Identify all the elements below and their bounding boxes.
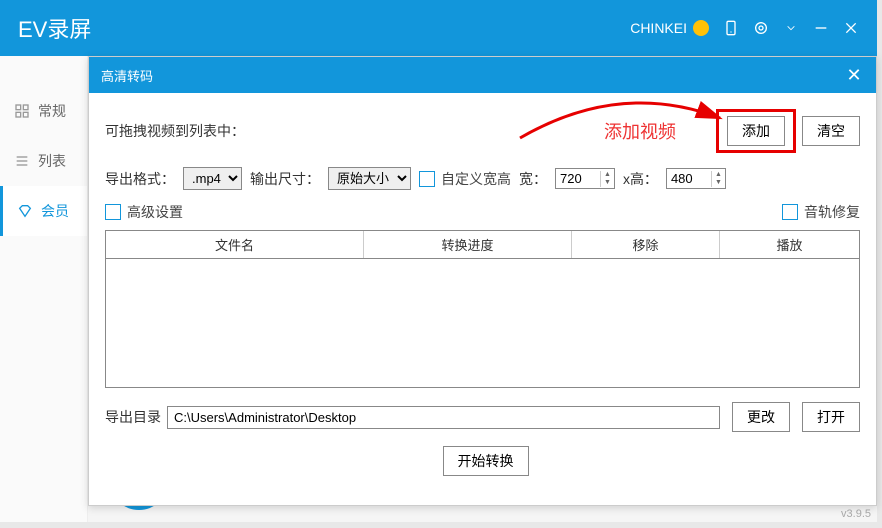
custom-wh-label: 自定义宽高 xyxy=(441,169,511,189)
drag-row: 可拖拽视频到列表中： 添加视频 添加 清空 xyxy=(105,109,860,153)
user-info[interactable]: CHINKEI xyxy=(630,20,709,36)
change-button[interactable]: 更改 xyxy=(732,402,790,432)
spin-up-icon[interactable]: ▲ xyxy=(712,171,725,179)
audiofix-checkbox[interactable]: 音轨修复 xyxy=(782,202,860,222)
dialog-header: 高清转码 ✕ xyxy=(89,57,876,93)
spin-buttons[interactable]: ▲▼ xyxy=(600,171,614,187)
spin-down-icon[interactable]: ▼ xyxy=(601,179,614,187)
height-input[interactable] xyxy=(667,169,711,188)
start-convert-button[interactable]: 开始转换 xyxy=(443,446,529,476)
start-row: 开始转换 xyxy=(105,446,860,476)
titlebar-right: CHINKEI xyxy=(630,20,859,36)
clear-button[interactable]: 清空 xyxy=(802,116,860,146)
output-row: 导出目录 更改 打开 xyxy=(105,402,860,432)
output-path-input[interactable] xyxy=(167,406,720,429)
phone-icon[interactable] xyxy=(723,20,739,36)
sidebar: 常规 列表 会员 xyxy=(0,56,88,522)
list-icon xyxy=(14,153,30,169)
spin-up-icon[interactable]: ▲ xyxy=(601,171,614,179)
dropdown-icon[interactable] xyxy=(783,20,799,36)
format-label: 导出格式： xyxy=(105,169,175,189)
col-remove: 移除 xyxy=(572,231,720,258)
height-spinner[interactable]: ▲▼ xyxy=(666,168,726,189)
spin-down-icon[interactable]: ▼ xyxy=(712,179,725,187)
custom-wh-checkbox[interactable]: 自定义宽高 xyxy=(419,169,511,189)
sidebar-label: 常规 xyxy=(38,101,66,121)
size-select[interactable]: 原始大小 xyxy=(328,167,411,190)
size-label: 输出尺寸： xyxy=(250,169,320,189)
sidebar-item-list[interactable]: 列表 xyxy=(0,136,87,186)
col-progress: 转换进度 xyxy=(364,231,572,258)
sidebar-item-vip[interactable]: 会员 xyxy=(0,186,87,236)
width-spinner[interactable]: ▲▼ xyxy=(555,168,615,189)
checkbox-icon xyxy=(419,171,435,187)
format-row: 导出格式： .mp4 输出尺寸： 原始大小 自定义宽高 宽： ▲▼ x高： ▲▼ xyxy=(105,167,860,190)
checkbox-icon xyxy=(782,204,798,220)
file-table: 文件名 转换进度 移除 播放 xyxy=(105,230,860,388)
title-bar: EV录屏 CHINKEI xyxy=(0,0,877,56)
version-label: v3.9.5 xyxy=(841,508,871,520)
output-label: 导出目录 xyxy=(105,407,161,427)
width-input[interactable] xyxy=(556,169,600,188)
advanced-label: 高级设置 xyxy=(127,202,183,222)
height-label: x高： xyxy=(623,169,658,189)
checkbox-icon xyxy=(105,204,121,220)
dialog-close-icon[interactable]: ✕ xyxy=(844,65,864,85)
advanced-checkbox[interactable]: 高级设置 xyxy=(105,202,183,222)
minimize-icon[interactable] xyxy=(813,20,829,36)
user-name: CHINKEI xyxy=(630,20,687,36)
sidebar-label: 列表 xyxy=(38,151,66,171)
diamond-icon xyxy=(17,203,33,219)
grid-icon xyxy=(14,103,30,119)
options-row: 高级设置 音轨修复 xyxy=(105,202,860,222)
col-play: 播放 xyxy=(720,231,859,258)
drag-label: 可拖拽视频到列表中： xyxy=(105,121,604,141)
width-label: 宽： xyxy=(519,169,547,189)
spin-buttons[interactable]: ▲▼ xyxy=(711,171,725,187)
table-header: 文件名 转换进度 移除 播放 xyxy=(106,231,859,259)
annotation-text: 添加视频 xyxy=(604,118,676,144)
format-select[interactable]: .mp4 xyxy=(183,167,242,190)
dialog-body: 可拖拽视频到列表中： 添加视频 添加 清空 导出格式： .mp4 输出尺寸： 原… xyxy=(89,93,876,492)
settings-icon[interactable] xyxy=(753,20,769,36)
sidebar-label: 会员 xyxy=(41,201,69,221)
open-button[interactable]: 打开 xyxy=(802,402,860,432)
coin-icon xyxy=(693,20,709,36)
dialog-title: 高清转码 xyxy=(101,66,844,85)
audiofix-label: 音轨修复 xyxy=(804,202,860,222)
hd-transcode-dialog: 高清转码 ✕ 可拖拽视频到列表中： 添加视频 添加 清空 导出格式： .mp4 … xyxy=(88,56,877,506)
sidebar-item-general[interactable]: 常规 xyxy=(0,86,87,136)
add-highlight: 添加 xyxy=(716,109,796,153)
add-button[interactable]: 添加 xyxy=(727,116,785,146)
app-title: EV录屏 xyxy=(18,12,630,44)
col-filename: 文件名 xyxy=(106,231,364,258)
close-icon[interactable] xyxy=(843,20,859,36)
